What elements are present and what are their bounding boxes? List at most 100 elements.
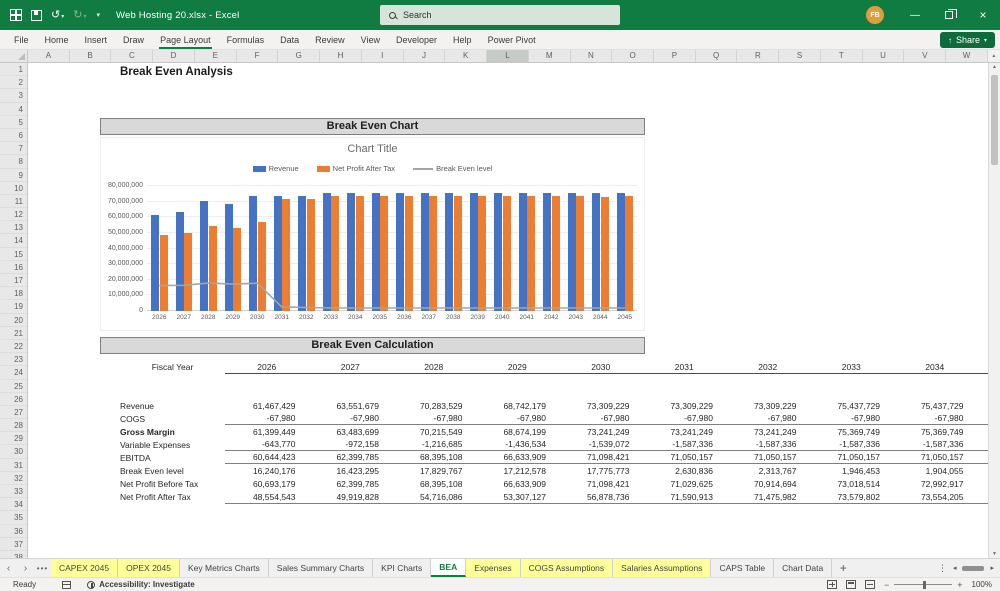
tabs-more-icon[interactable]: ••• [34,559,51,577]
normal-view-icon[interactable] [827,580,837,589]
search-input[interactable]: Search [380,5,620,25]
table-cell-ebitda-2031[interactable]: 71,050,157 [643,452,727,462]
horizontal-scrollbar-thumb[interactable] [962,566,984,571]
column-header-B[interactable]: B [70,50,112,62]
row-header-9[interactable]: 9 [0,169,27,182]
table-cell-net-profit-before-tax-2034[interactable]: 72,992,917 [893,479,977,489]
sheet-tab-cogs-assumptions[interactable]: COGS Assumptions [521,559,614,577]
vertical-scroll-up-icon[interactable]: ▲ [988,50,1000,62]
table-cell-revenue-2031[interactable]: 73,309,229 [643,401,727,411]
row-label-net-profit-before-tax[interactable]: Net Profit Before Tax [120,479,225,489]
menu-item-formulas[interactable]: Formulas [219,30,273,49]
table-cell-break-even-level-2031[interactable]: 2,630,836 [643,466,727,476]
row-header-13[interactable]: 13 [0,221,27,234]
row-header-19[interactable]: 19 [0,300,27,313]
row-header-6[interactable]: 6 [0,129,27,142]
column-header-G[interactable]: G [278,50,320,62]
menu-item-power-pivot[interactable]: Power Pivot [480,30,544,49]
table-cell-variable-expenses-2032[interactable]: -1,587,336 [726,439,810,449]
row-header-34[interactable]: 34 [0,498,27,511]
column-header-M[interactable]: M [529,50,571,62]
sheet-canvas[interactable]: Break Even Analysis Break Even Chart Cha… [28,63,988,558]
row-header-28[interactable]: 28 [0,419,27,432]
row-header-21[interactable]: 21 [0,327,27,340]
table-cell-ebitda-2034[interactable]: 71,050,157 [893,452,977,462]
column-header-I[interactable]: I [362,50,404,62]
table-cell-gross-margin-2031[interactable]: 73,241,249 [643,427,727,437]
column-header-C[interactable]: C [111,50,153,62]
table-cell-revenue-2028[interactable]: 70,283,529 [392,401,476,411]
row-header-30[interactable]: 30 [0,445,27,458]
table-cell-net-profit-after-tax-2027[interactable]: 49,919,828 [309,492,393,502]
column-header-P[interactable]: P [654,50,696,62]
sheet-tab-caps-table[interactable]: CAPS Table [711,559,774,577]
row-header-33[interactable]: 33 [0,485,27,498]
share-button[interactable]: ↑ Share ▾ [940,32,995,48]
table-cell-variable-expenses-2026[interactable]: -643,770 [225,439,309,449]
row-header-35[interactable]: 35 [0,511,27,524]
tabs-scroll-left-icon[interactable]: ‹ [0,559,17,577]
table-cell-revenue-2030[interactable]: 73,309,229 [559,401,643,411]
vertical-scrollbar[interactable]: ▲ ▼ [988,63,1000,558]
table-cell-gross-margin-2027[interactable]: 63,483,699 [309,427,393,437]
restore-button[interactable] [932,0,966,30]
table-cell-net-profit-after-tax-2032[interactable]: 71,475,982 [726,492,810,502]
table-cell-cogs-2026[interactable]: -67,980 [225,413,309,423]
table-cell-net-profit-after-tax-2030[interactable]: 56,878,736 [559,492,643,502]
table-cell-break-even-level-2027[interactable]: 16,423,295 [309,466,393,476]
table-cell-break-even-level-2032[interactable]: 2,313,767 [726,466,810,476]
sheet-tab-kpi-charts[interactable]: KPI Charts [373,559,431,577]
zoom-slider-thumb[interactable] [923,581,926,589]
table-cell-net-profit-before-tax-2030[interactable]: 71,098,421 [559,479,643,489]
menu-item-file[interactable]: File [6,30,37,49]
sheet-tab-salaries-assumptions[interactable]: Salaries Assumptions [613,559,711,577]
zoom-out-icon[interactable]: − [884,580,889,590]
table-cell-net-profit-after-tax-2034[interactable]: 73,554,205 [893,492,977,502]
table-cell-gross-margin-2034[interactable]: 75,369,749 [893,427,977,437]
column-header-A[interactable]: A [28,50,70,62]
table-cell-revenue-2026[interactable]: 61,467,429 [225,401,309,411]
sheet-tab-opex-2045[interactable]: OPEX 2045 [118,559,180,577]
row-header-10[interactable]: 10 [0,182,27,195]
table-cell-ebitda-2026[interactable]: 60,644,423 [225,452,309,462]
excel-app-icon[interactable] [10,9,22,21]
year-header-2030[interactable]: 2030 [559,362,643,372]
year-header-2034[interactable]: 2034 [893,362,977,372]
sheet-tab-chart-data[interactable]: Chart Data [774,559,832,577]
hscroll-right-icon[interactable]: ▸ [990,564,994,572]
column-header-J[interactable]: J [404,50,446,62]
table-cell-net-profit-before-tax-2027[interactable]: 62,399,785 [309,479,393,489]
year-header-2032[interactable]: 2032 [726,362,810,372]
sheet-tab-capex-2045[interactable]: CAPEX 2045 [51,559,118,577]
avatar[interactable]: FB [866,6,884,24]
table-cell-ebitda-2033[interactable]: 71,050,157 [810,452,894,462]
table-cell-variable-expenses-2028[interactable]: -1,216,685 [392,439,476,449]
page-layout-view-icon[interactable] [846,580,856,589]
table-cell-break-even-level-2028[interactable]: 17,829,767 [392,466,476,476]
column-header-D[interactable]: D [153,50,195,62]
column-header-O[interactable]: O [612,50,654,62]
table-cell-gross-margin-2030[interactable]: 73,241,249 [559,427,643,437]
table-cell-revenue-2029[interactable]: 68,742,179 [476,401,560,411]
row-label-break-even-level[interactable]: Break Even level [120,466,225,476]
menu-item-page-layout[interactable]: Page Layout [152,30,219,49]
table-cell-gross-margin-2026[interactable]: 61,399,449 [225,427,309,437]
year-header-2029[interactable]: 2029 [476,362,560,372]
table-cell-break-even-level-2026[interactable]: 16,240,176 [225,466,309,476]
table-cell-ebitda-2027[interactable]: 62,399,785 [309,452,393,462]
new-sheet-button[interactable]: + [832,559,854,577]
row-label-gross-margin[interactable]: Gross Margin [120,427,225,437]
table-cell-cogs-2029[interactable]: -67,980 [476,413,560,423]
row-header-36[interactable]: 36 [0,525,27,538]
table-cell-cogs-2034[interactable]: -67,980 [893,413,977,423]
tabs-scroll-right-icon[interactable]: › [17,559,34,577]
menu-item-help[interactable]: Help [445,30,480,49]
table-cell-variable-expenses-2030[interactable]: -1,539,072 [559,439,643,449]
column-header-H[interactable]: H [320,50,362,62]
menu-item-insert[interactable]: Insert [77,30,116,49]
sheet-tab-key-metrics-charts[interactable]: Key Metrics Charts [180,559,269,577]
chart-banner[interactable]: Break Even Chart [100,118,645,135]
table-cell-revenue-2027[interactable]: 63,551,679 [309,401,393,411]
table-cell-variable-expenses-2033[interactable]: -1,587,336 [810,439,894,449]
column-header-L[interactable]: L [487,50,529,62]
